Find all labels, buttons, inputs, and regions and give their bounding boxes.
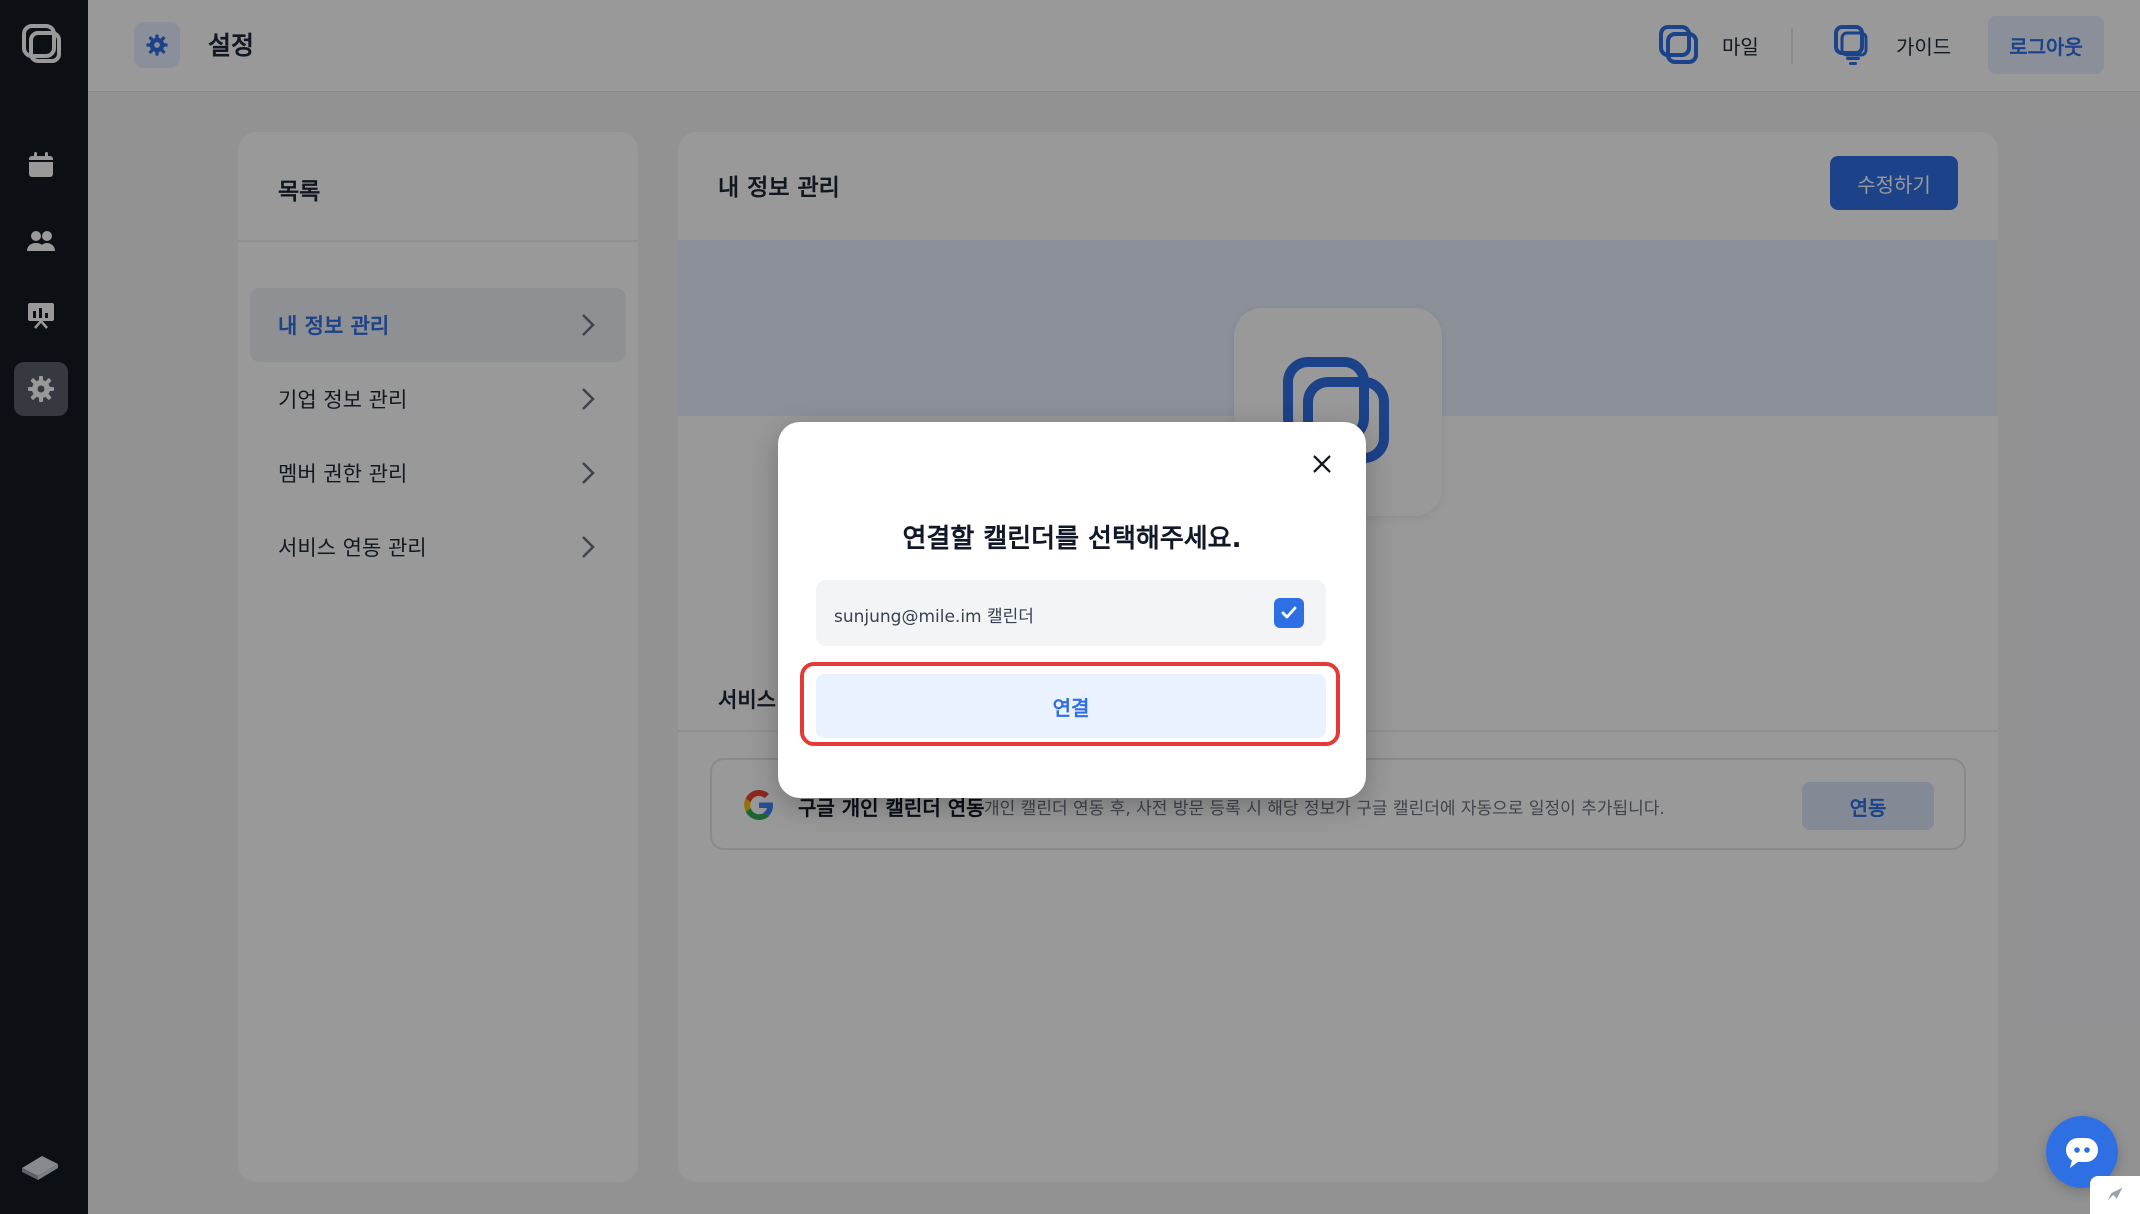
- chat-icon: [2066, 1138, 2098, 1168]
- rocket-icon: [2107, 1187, 2123, 1201]
- feedback-tab[interactable]: [2090, 1176, 2140, 1214]
- checkmark-icon: [1281, 606, 1297, 619]
- calendar-option-label: sunjung@mile.im 캘린더: [834, 607, 1034, 627]
- calendar-option-checkbox[interactable]: [1274, 598, 1304, 628]
- close-icon[interactable]: [1306, 448, 1338, 480]
- modal-heading: 연결할 캘린더를 선택해주세요.: [902, 524, 1242, 554]
- calendar-select-modal: 연결할 캘린더를 선택해주세요. sunjung@mile.im 캘린더 연결: [778, 422, 1366, 798]
- calendar-option[interactable]: sunjung@mile.im 캘린더: [816, 580, 1326, 646]
- connect-button[interactable]: 연결: [816, 674, 1326, 738]
